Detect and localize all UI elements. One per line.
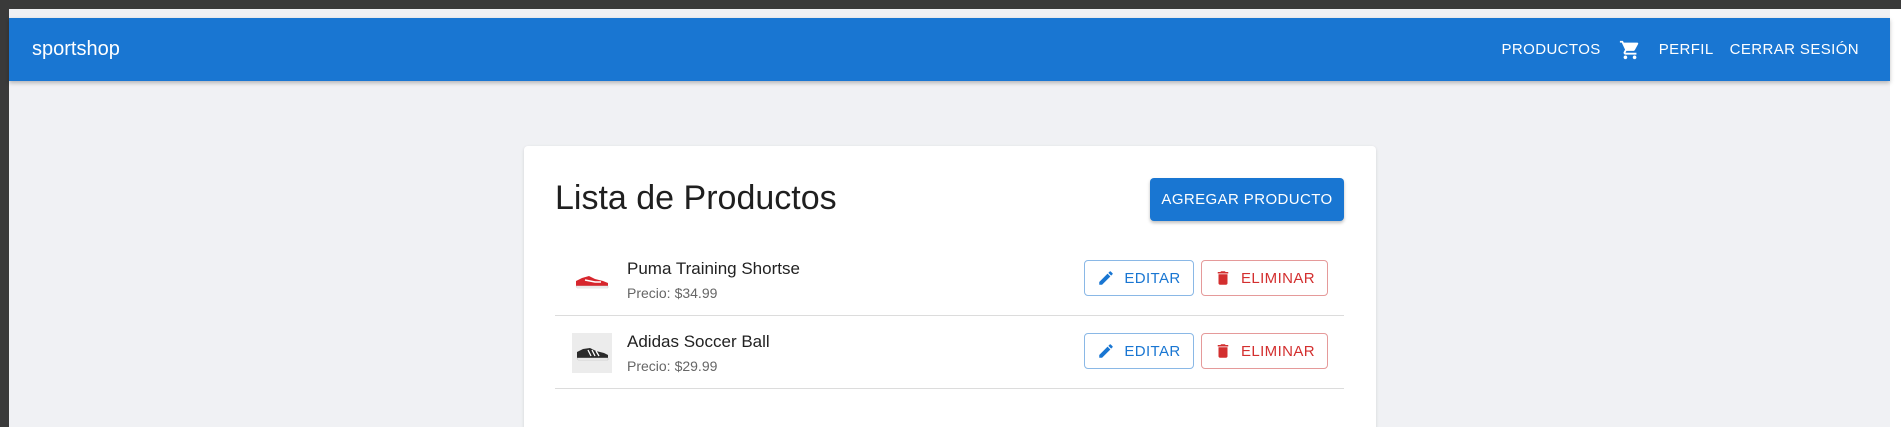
edit-label: EDITAR	[1124, 342, 1181, 360]
edit-button[interactable]: EDITAR	[1084, 333, 1194, 369]
top-nav: PRODUCTOS PERFIL CERRAR SESIÓN	[1502, 37, 1859, 63]
pencil-icon	[1099, 271, 1114, 285]
products-card: Lista de Productos AGREGAR PRODUCTO Puma…	[524, 146, 1376, 427]
list-item: Puma Training Shortse Precio: $34.99 EDIT…	[555, 243, 1344, 316]
trash-icon	[1217, 344, 1229, 358]
product-name: Adidas Soccer Ball	[627, 332, 770, 351]
delete-button[interactable]: ELIMINAR	[1201, 260, 1328, 296]
nav-cerrar-sesion[interactable]: CERRAR SESIÓN	[1730, 41, 1859, 58]
price-label: Precio:	[627, 285, 671, 301]
price-label: Precio:	[627, 358, 671, 374]
product-name: Puma Training Shortse	[627, 259, 800, 278]
black-sneaker-image	[576, 348, 609, 361]
delete-label: ELIMINAR	[1240, 342, 1316, 360]
brand-logo[interactable]: sportshop	[32, 38, 120, 61]
nav-perfil[interactable]: PERFIL	[1659, 41, 1714, 58]
delete-label: ELIMINAR	[1240, 269, 1316, 287]
list-item: Adidas Soccer Ball Precio: $29.99 EDITAR …	[555, 316, 1344, 389]
red-sneaker-image	[575, 276, 609, 289]
shopping-cart-icon	[1619, 40, 1638, 59]
pencil-icon	[1099, 344, 1114, 358]
price-value: $29.99	[674, 358, 718, 374]
product-list: Puma Training Shortse Precio: $34.99 EDIT…	[555, 243, 1344, 389]
add-product-button[interactable]: AGREGAR PRODUCTO	[1150, 178, 1344, 221]
price-value: $34.99	[674, 285, 718, 301]
edit-button[interactable]: EDITAR	[1084, 260, 1194, 296]
product-price: Precio: $29.99	[627, 358, 717, 374]
cart-button[interactable]	[1617, 37, 1643, 63]
delete-button[interactable]: ELIMINAR	[1201, 333, 1328, 369]
product-price: Precio: $34.99	[627, 285, 717, 301]
product-thumbnail	[572, 333, 612, 373]
edit-label: EDITAR	[1124, 269, 1181, 287]
product-thumbnail	[572, 260, 612, 300]
trash-icon	[1217, 271, 1229, 285]
nav-productos[interactable]: PRODUCTOS	[1502, 41, 1601, 58]
app-bar: sportshop PRODUCTOS PERFIL CERRAR SESIÓN	[9, 18, 1890, 81]
page-title: Lista de Productos	[555, 179, 837, 217]
scroll-gutter	[1890, 9, 1901, 427]
